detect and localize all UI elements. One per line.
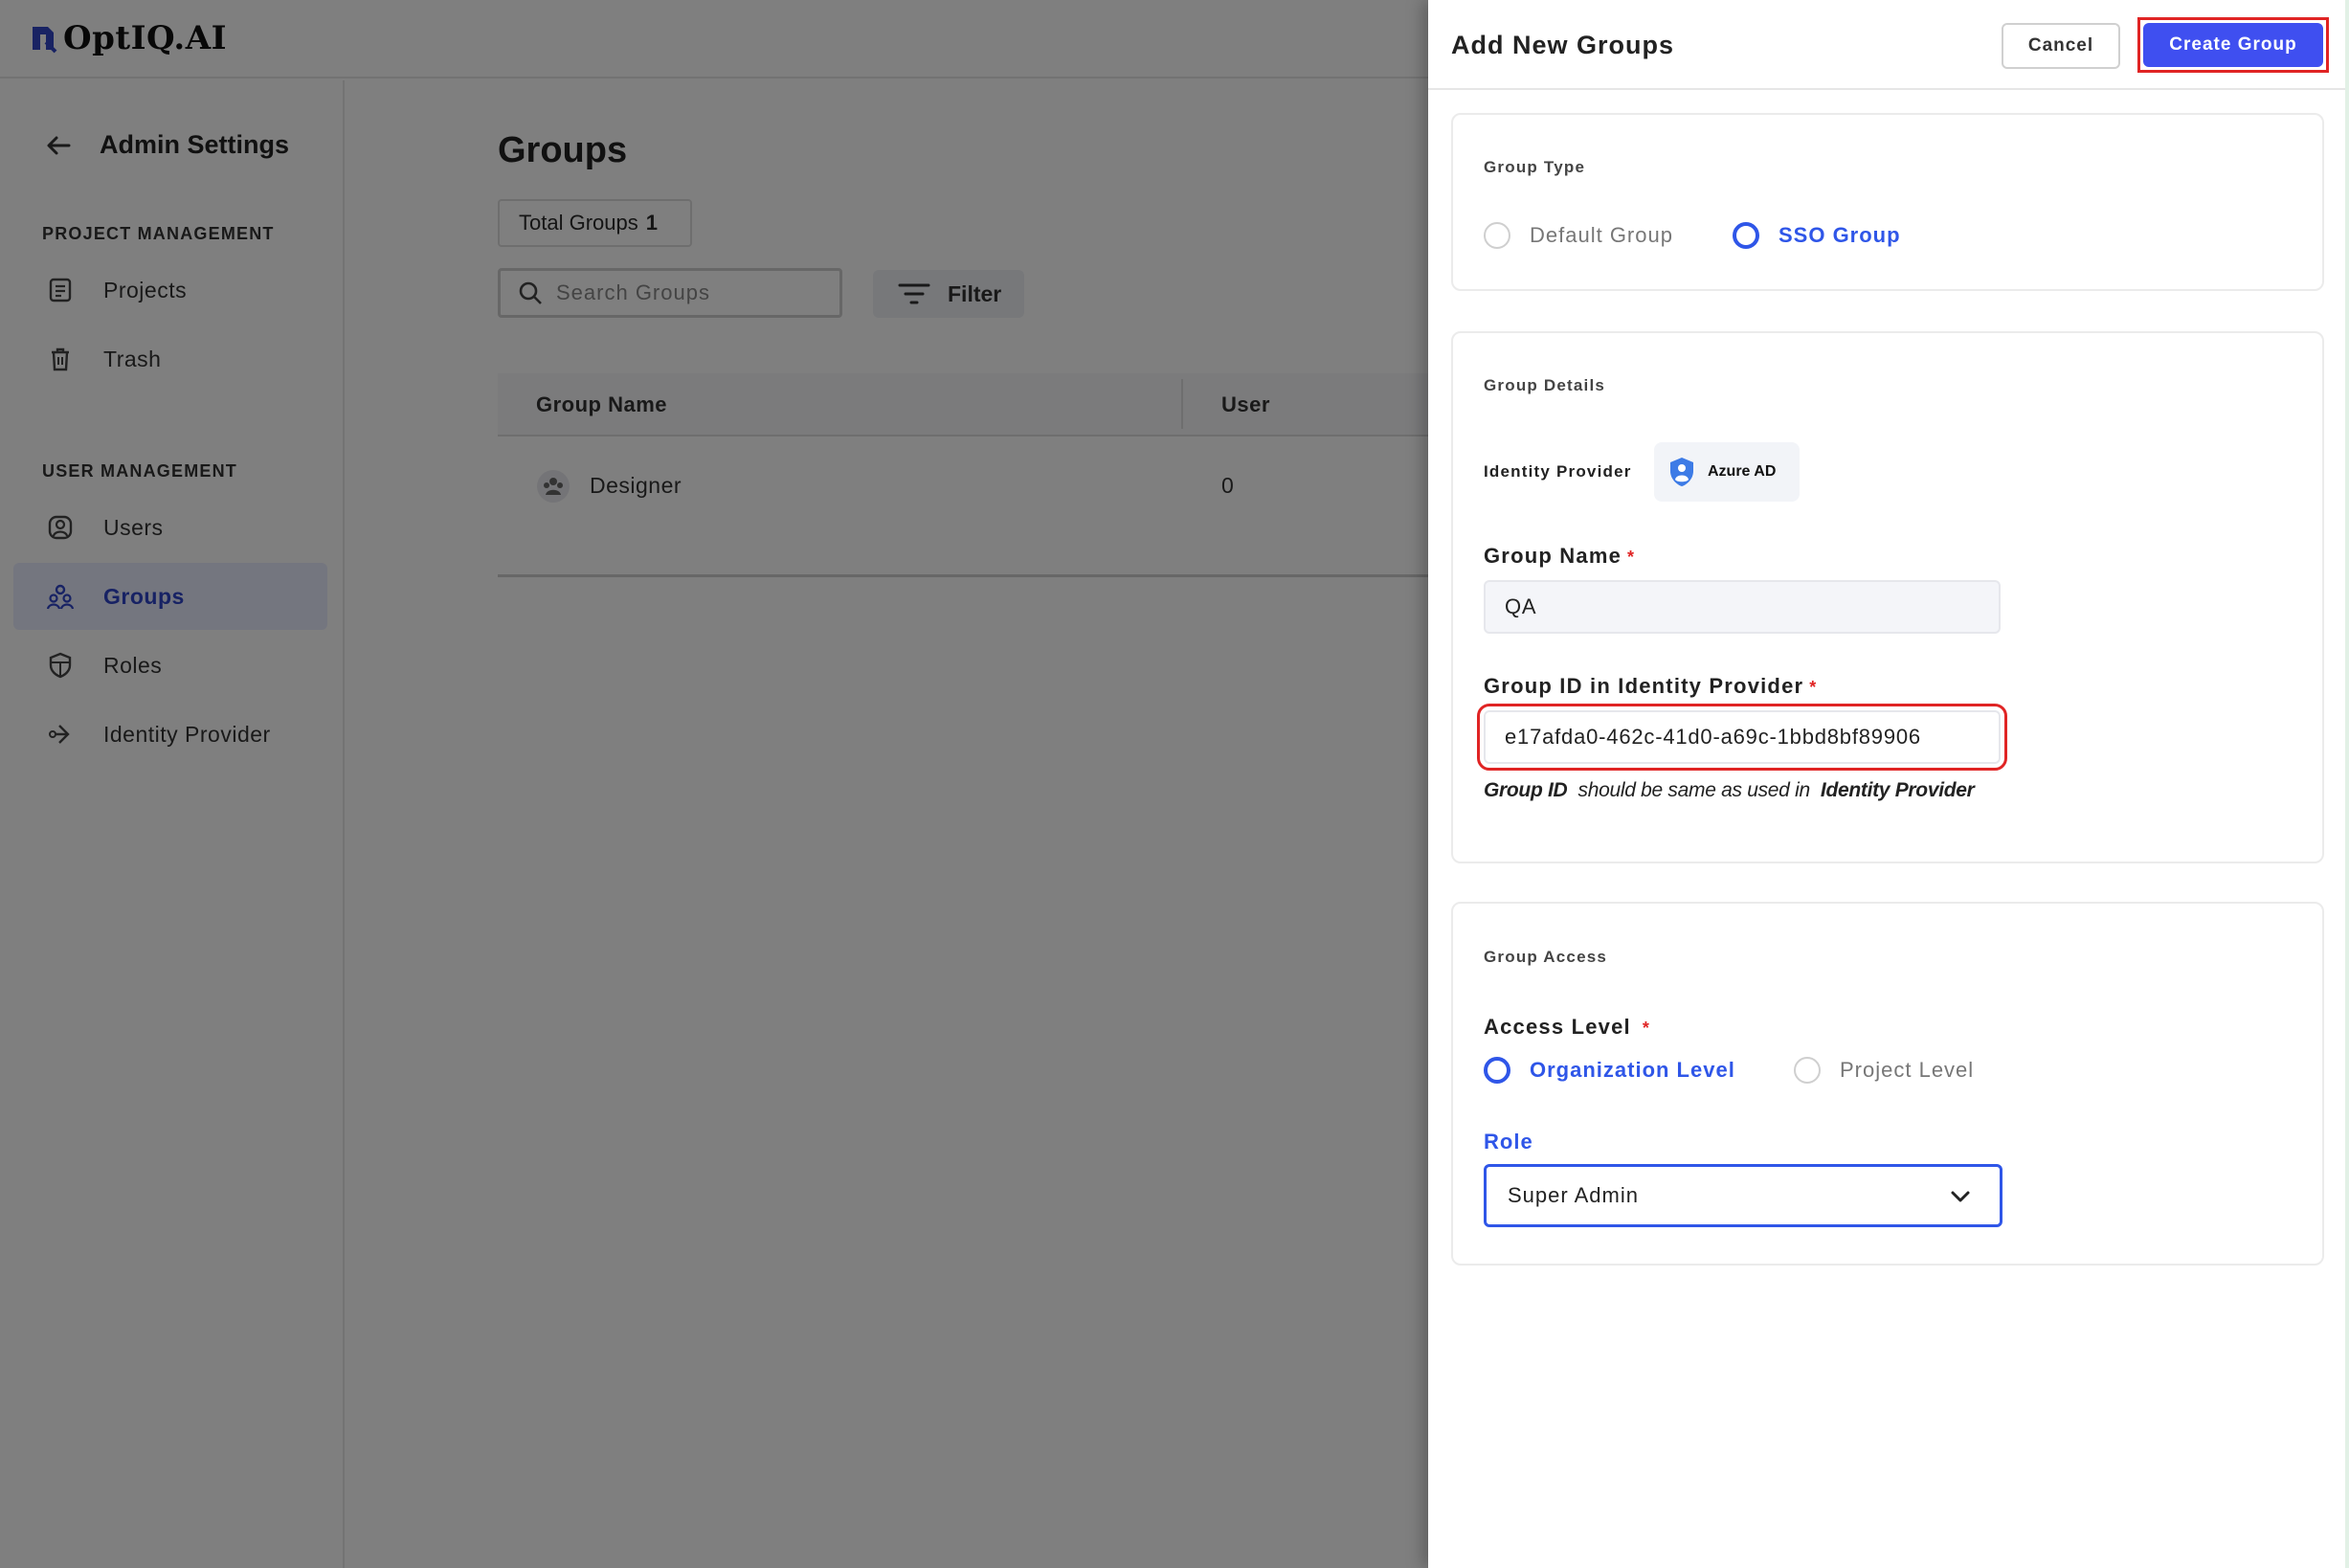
radio-circle (1484, 1057, 1510, 1084)
hint-bold-identity-provider: Identity Provider (1820, 779, 1975, 801)
identity-provider-label: Identity Provider (1484, 462, 1632, 481)
radio-label: Default Group (1530, 223, 1673, 247)
radio-project-level[interactable]: Project Level (1794, 1057, 1974, 1084)
group-access-title: Group Access (1484, 948, 1608, 966)
add-group-drawer: Add New Groups Cancel Create Group Group… (1428, 0, 2349, 1568)
identity-provider-value: Azure AD (1708, 463, 1777, 480)
access-level-label: Access Level * (1484, 1015, 1650, 1040)
drawer-edge (2345, 0, 2349, 1568)
group-name-label: Group Name * (1484, 544, 1635, 569)
group-type-card: Group Type Default Group SSO Group (1451, 113, 2324, 291)
radio-circle (1794, 1057, 1821, 1084)
create-group-button[interactable]: Create Group (2143, 23, 2323, 67)
chevron-down-icon (1951, 1191, 1970, 1202)
role-select-value: Super Admin (1508, 1183, 1639, 1207)
hint-text: should be same as used in (1577, 779, 1811, 801)
radio-sso-group[interactable]: SSO Group (1733, 222, 1901, 249)
radio-label: Project Level (1840, 1058, 1975, 1082)
group-id-label: Group ID in Identity Provider * (1484, 674, 1818, 699)
radio-organization-level[interactable]: Organization Level (1484, 1057, 1735, 1084)
group-details-card: Group Details Identity Provider Azure AD… (1451, 331, 2324, 863)
radio-label: SSO Group (1779, 223, 1901, 247)
group-id-hint: Group ID should be same as used in Ident… (1484, 779, 1975, 802)
required-mark: * (1642, 1019, 1651, 1038)
drawer-header: Add New Groups Cancel Create Group (1428, 0, 2349, 90)
role-label: Role (1484, 1130, 1533, 1154)
group-details-title: Group Details (1484, 376, 1606, 394)
cancel-button[interactable]: Cancel (2002, 23, 2120, 69)
radio-default-group[interactable]: Default Group (1484, 222, 1673, 249)
access-level-label-text: Access Level (1484, 1015, 1631, 1039)
group-access-card: Group Access Access Level * Organization … (1451, 902, 2324, 1266)
group-name-input[interactable]: QA (1484, 580, 2001, 634)
group-id-input[interactable]: e17afda0-462c-41d0-a69c-1bbd8bf89906 (1477, 704, 2007, 771)
radio-label: Organization Level (1530, 1058, 1735, 1082)
identity-provider-chip: Azure AD (1654, 442, 1800, 502)
group-id-label-text: Group ID in Identity Provider (1484, 674, 1804, 698)
radio-circle (1484, 222, 1510, 249)
required-mark: * (1627, 548, 1636, 567)
create-button-highlight: Create Group (2137, 17, 2329, 73)
group-name-label-text: Group Name (1484, 544, 1622, 568)
hint-bold-group-id: Group ID (1484, 779, 1568, 801)
radio-circle (1733, 222, 1759, 249)
role-select[interactable]: Super Admin (1484, 1164, 2002, 1227)
drawer-title: Add New Groups (1451, 31, 1675, 59)
group-type-title: Group Type (1484, 158, 1586, 176)
required-mark: * (1809, 678, 1818, 697)
azure-shield-icon (1670, 458, 1693, 486)
